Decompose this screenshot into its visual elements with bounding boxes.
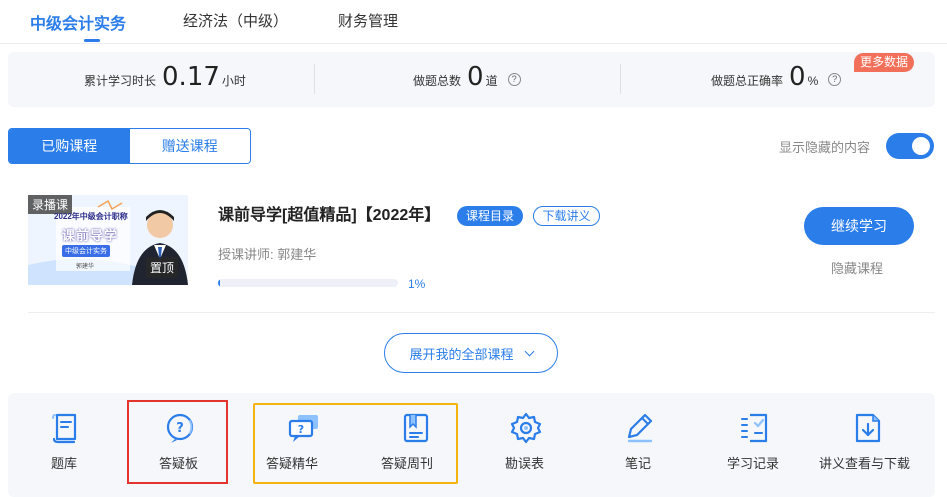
thumb-year-text: 2022年中级会计职称 <box>54 212 128 221</box>
tool-label: 学习记录 <box>727 456 780 471</box>
highlight-box-red <box>127 400 228 484</box>
thumb-title-text: 课前导学 <box>62 228 119 243</box>
errata-icon <box>510 412 542 444</box>
tab-gifted-courses[interactable]: 赠送课程 <box>129 129 250 163</box>
tool-label: 题库 <box>51 456 78 471</box>
handout-download-icon <box>855 413 881 443</box>
tab-purchased-courses[interactable]: 已购课程 <box>9 129 130 163</box>
toggle-knob <box>912 137 930 155</box>
stat-divider <box>314 64 315 94</box>
notes-icon <box>627 413 653 443</box>
tab-economic-law[interactable]: 经济法（中级） <box>183 10 288 31</box>
subject-tabs: 中级会计实务 经济法（中级） 财务管理 <box>0 0 947 44</box>
stat-value: 0 <box>467 62 484 92</box>
course-title[interactable]: 课前导学[超值精品]【2022年】 <box>218 201 440 225</box>
download-handout-button[interactable]: 下载讲义 <box>533 206 600 226</box>
tab-financial-management[interactable]: 财务管理 <box>338 10 398 31</box>
course-progress-text: 1% <box>408 277 426 291</box>
course-teacher: 授课讲师: 郭建华 <box>218 247 317 262</box>
stat-label: 累计学习时长 <box>84 74 157 88</box>
help-icon[interactable]: ? <box>828 73 842 86</box>
pinned-tag[interactable]: 置顶 <box>146 257 179 278</box>
stats-bar: 累计学习时长 0.17 小时 做题总数 0 道 ? 做题总正确率 0 % ? <box>8 52 935 107</box>
tool-handout-download[interactable]: 讲义查看与下载 <box>818 393 928 497</box>
stat-unit: % <box>807 74 819 88</box>
hide-course-button[interactable]: 隐藏课程 <box>831 258 883 277</box>
stat-value: 0 <box>789 62 806 92</box>
course-progress-bar <box>218 279 398 287</box>
tool-label: 讲义查看与下载 <box>819 456 911 471</box>
continue-learning-button[interactable]: 继续学习 <box>804 207 914 245</box>
card-divider <box>28 312 935 313</box>
more-data-badge[interactable]: 更多数据 <box>854 53 914 72</box>
tab-intermediate-accounting[interactable]: 中级会计实务 <box>30 10 126 34</box>
stat-value: 0.17 <box>162 62 220 92</box>
course-type-switch: 已购课程 赠送课程 <box>8 128 251 164</box>
stat-label: 做题总数 <box>413 74 462 88</box>
tool-label: 笔记 <box>625 456 652 471</box>
show-hidden-label: 显示隐藏的内容 <box>779 140 871 155</box>
stat-accuracy: 做题总正确率 0 % ? <box>711 52 842 107</box>
thumb-teacher-text: 郭建华 <box>76 264 95 270</box>
stat-divider <box>620 64 621 94</box>
stat-total-questions: 做题总数 0 道 ? <box>413 52 521 107</box>
expand-all-courses-label: 展开我的全部课程 <box>409 346 514 362</box>
course-catalog-button[interactable]: 课程目录 <box>457 206 523 226</box>
tool-label: 勘误表 <box>505 456 545 471</box>
help-icon[interactable]: ? <box>507 73 521 86</box>
study-record-icon <box>741 413 768 443</box>
tool-notes[interactable]: 笔记 <box>610 393 670 497</box>
tool-question-bank[interactable]: 题库 <box>36 393 96 497</box>
show-hidden-toggle[interactable] <box>886 133 934 159</box>
highlight-box-yellow <box>253 403 458 484</box>
stat-study-time: 累计学习时长 0.17 小时 <box>84 52 246 107</box>
tool-study-record[interactable]: 学习记录 <box>720 393 790 497</box>
active-tab-indicator <box>84 39 100 42</box>
tool-errata[interactable]: 勘误表 <box>496 393 556 497</box>
expand-all-courses-button[interactable]: 展开我的全部课程 <box>384 333 558 373</box>
stat-unit: 道 <box>485 74 498 88</box>
thumb-subject-text: 中级会计实务 <box>62 245 110 257</box>
progress-fill <box>218 279 220 287</box>
stat-unit: 小时 <box>221 74 246 88</box>
question-bank-icon <box>52 413 77 444</box>
course-thumbnail[interactable]: 录播课 2022年中级会计职称 课前导学 中级会计实务 郭建华 置顶 <box>28 195 188 285</box>
chevron-down-icon <box>524 346 534 356</box>
stat-label: 做题总正确率 <box>711 74 784 88</box>
